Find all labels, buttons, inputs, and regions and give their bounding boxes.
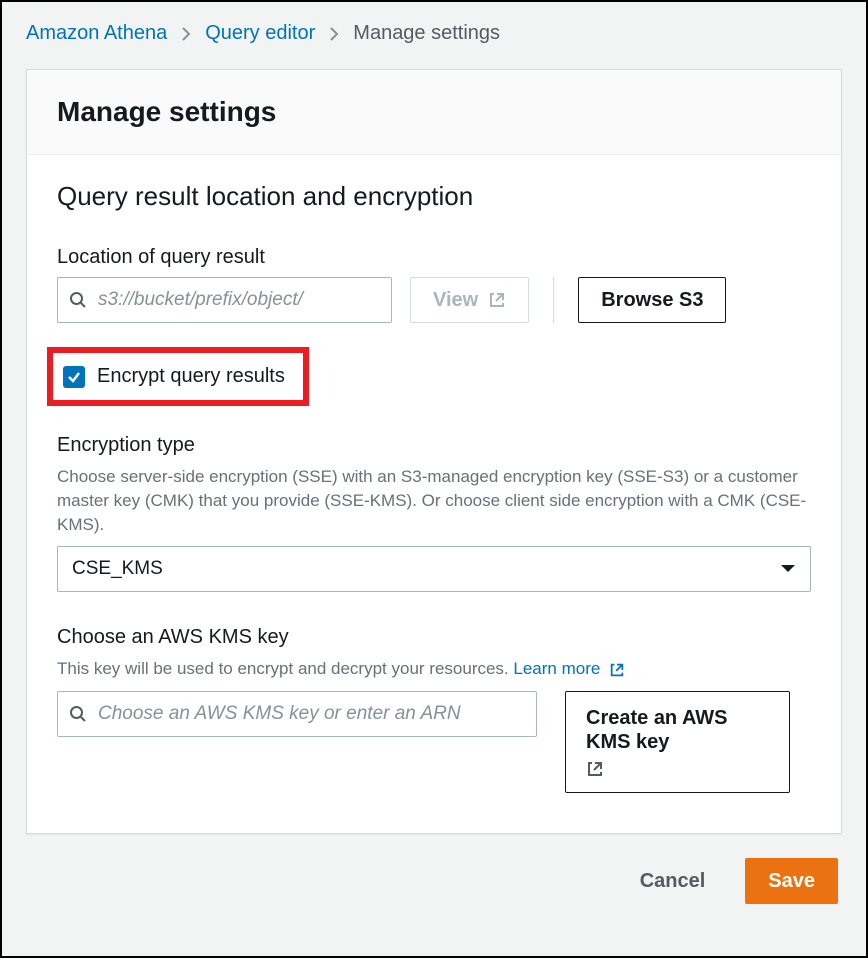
breadcrumb-current: Manage settings [353, 22, 500, 45]
search-icon [69, 705, 87, 723]
browse-s3-button[interactable]: Browse S3 [578, 277, 726, 323]
external-link-icon [586, 760, 604, 778]
kms-label: Choose an AWS KMS key [57, 626, 811, 649]
breadcrumb-link-athena[interactable]: Amazon Athena [26, 22, 167, 45]
encrypt-checkbox-label: Encrypt query results [97, 365, 285, 388]
encrypt-checkbox-row[interactable]: Encrypt query results [53, 353, 303, 400]
learn-more-link[interactable]: Learn more [513, 659, 600, 678]
kms-key-input[interactable] [57, 691, 537, 737]
chevron-right-icon [181, 26, 191, 42]
divider [553, 277, 554, 323]
section-title: Query result location and encryption [57, 181, 811, 212]
footer-actions: Cancel Save [26, 834, 842, 912]
kms-help: This key will be used to encrypt and dec… [57, 657, 811, 681]
external-link-icon [609, 662, 625, 678]
check-icon [67, 370, 81, 384]
cancel-label: Cancel [640, 869, 706, 893]
view-button-label: View [433, 288, 478, 312]
browse-s3-label: Browse S3 [601, 288, 703, 312]
breadcrumb-link-query-editor[interactable]: Query editor [205, 22, 315, 45]
highlight-box: Encrypt query results [47, 347, 309, 406]
location-input[interactable] [57, 277, 392, 323]
encryption-type-value: CSE_KMS [72, 558, 163, 580]
encryption-type-label: Encryption type [57, 434, 811, 457]
encryption-type-help: Choose server-side encryption (SSE) with… [57, 465, 811, 536]
chevron-right-icon [329, 26, 339, 42]
search-icon [69, 291, 87, 309]
page-title: Manage settings [57, 96, 811, 128]
caret-down-icon [780, 564, 796, 574]
create-kms-key-label: Create an AWS KMS key [586, 706, 769, 754]
kms-help-text: This key will be used to encrypt and dec… [57, 659, 513, 678]
location-label: Location of query result [57, 246, 811, 269]
view-button[interactable]: View [410, 277, 529, 323]
encrypt-checkbox[interactable] [63, 366, 85, 388]
cancel-button[interactable]: Cancel [618, 858, 728, 904]
settings-card: Manage settings Query result location an… [26, 69, 842, 834]
save-button[interactable]: Save [745, 858, 838, 904]
create-kms-key-button[interactable]: Create an AWS KMS key [565, 691, 790, 793]
encryption-type-select[interactable]: CSE_KMS [57, 546, 811, 592]
save-label: Save [768, 869, 815, 893]
external-link-icon [488, 291, 506, 309]
breadcrumb: Amazon Athena Query editor Manage settin… [26, 22, 842, 45]
card-header: Manage settings [27, 70, 841, 155]
